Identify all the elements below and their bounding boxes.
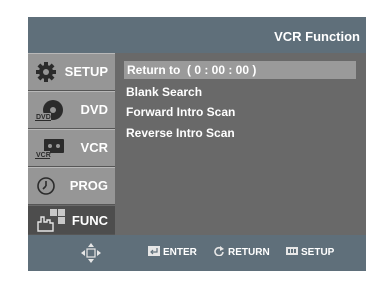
sidebar-item-label: PROG <box>69 178 108 193</box>
sidebar-item-label: FUNC <box>71 213 108 228</box>
sidebar-item-setup[interactable]: SETUP <box>28 53 115 91</box>
menu-content: Return to ( 0 : 00 : 00 ) Blank Search F… <box>115 53 366 235</box>
enter-label: ENTER <box>163 247 197 258</box>
sidebar-item-prog[interactable]: PROG <box>28 167 115 205</box>
sidebar-item-label: DVD <box>80 102 108 117</box>
sidebar-bottom <box>28 235 115 271</box>
setup-label: SETUP <box>301 247 335 258</box>
return-label: RETURN <box>228 247 270 258</box>
enter-key-icon <box>148 246 160 256</box>
footer-bar: ENTER RETURN SETUP <box>115 235 366 271</box>
return-arrow-icon <box>214 246 224 256</box>
vcr-cassette-icon: VCR <box>35 139 64 159</box>
sidebar-item-vcr[interactable]: VCR VCR <box>28 129 115 167</box>
sidebar: SETUP DVD DVD VCR VCR PROG FUNC <box>28 17 115 271</box>
return-hint: RETURN <box>213 246 270 260</box>
gear-icon <box>36 62 56 82</box>
menu-item-reverse-intro-scan[interactable]: Reverse Intro Scan <box>126 124 235 142</box>
sidebar-item-label: SETUP <box>64 64 108 79</box>
setup-key-icon <box>286 247 298 255</box>
menu-item-blank-search[interactable]: Blank Search <box>126 83 202 101</box>
hand-pointer-icon <box>37 209 65 232</box>
header-bar: VCR Function <box>115 17 366 53</box>
setup-hint: SETUP <box>286 246 334 260</box>
page-title: VCR Function <box>274 29 360 44</box>
enter-hint: ENTER <box>148 246 197 260</box>
menu-item-forward-intro-scan[interactable]: Forward Intro Scan <box>126 103 235 121</box>
sidebar-item-func[interactable]: FUNC <box>28 205 115 235</box>
osd-panel: SETUP DVD DVD VCR VCR PROG FUNC VCR Func… <box>28 17 366 271</box>
svg-text:DVD: DVD <box>36 114 51 121</box>
dpad-arrows-icon <box>81 243 101 263</box>
svg-text:VCR: VCR <box>36 152 51 159</box>
menu-item-return-to[interactable]: Return to ( 0 : 00 : 00 ) <box>124 61 356 79</box>
dvd-disc-icon: DVD <box>35 100 63 121</box>
sidebar-item-label: VCR <box>80 140 108 155</box>
sidebar-top <box>28 17 115 53</box>
clock-icon <box>37 177 55 195</box>
sidebar-item-dvd[interactable]: DVD DVD <box>28 91 115 129</box>
